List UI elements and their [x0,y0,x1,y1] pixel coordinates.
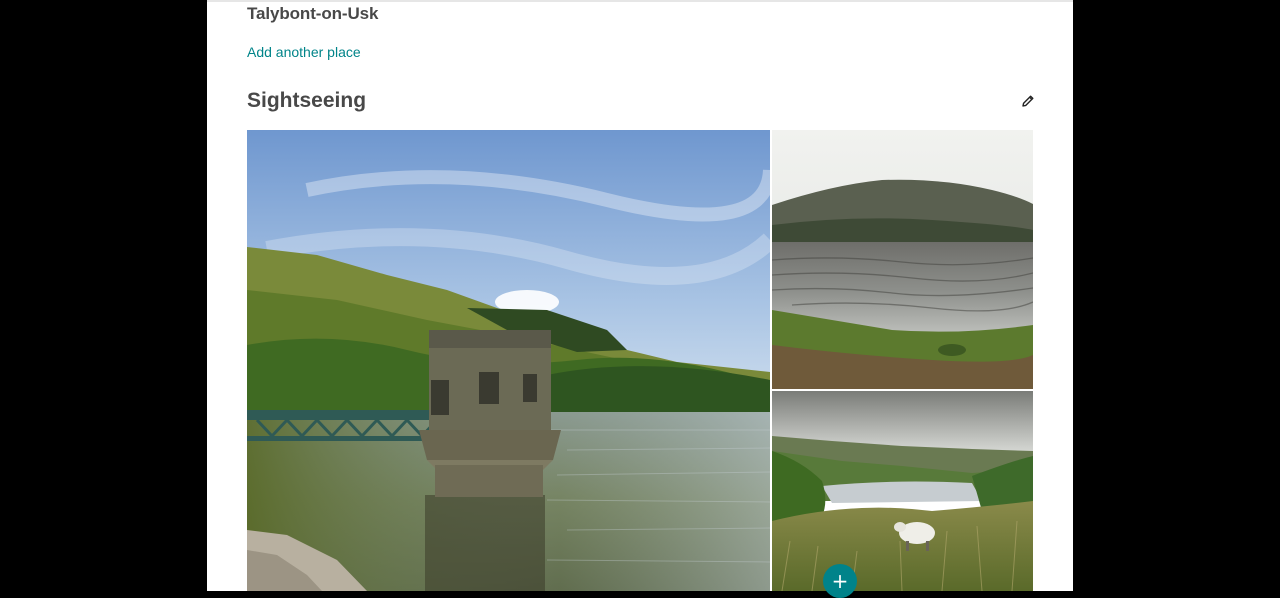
edit-section-button[interactable] [1019,94,1037,112]
add-fab-button[interactable]: + [823,564,857,598]
top-divider [207,0,1073,2]
section-title: Sightseeing [247,89,367,112]
photo-gallery [247,130,1033,591]
gallery-photo-main[interactable] [247,130,770,591]
itinerary-panel: Talybont-on-Usk Add another place Sights… [207,0,1073,591]
gallery-photo-bottom-right[interactable] [772,391,1033,591]
gallery-photo-top-right[interactable] [772,130,1033,389]
plus-icon: + [831,569,849,593]
add-another-place-link[interactable]: Add another place [247,44,361,60]
pencil-icon [1021,94,1035,113]
place-name: Talybont-on-Usk [247,4,379,23]
